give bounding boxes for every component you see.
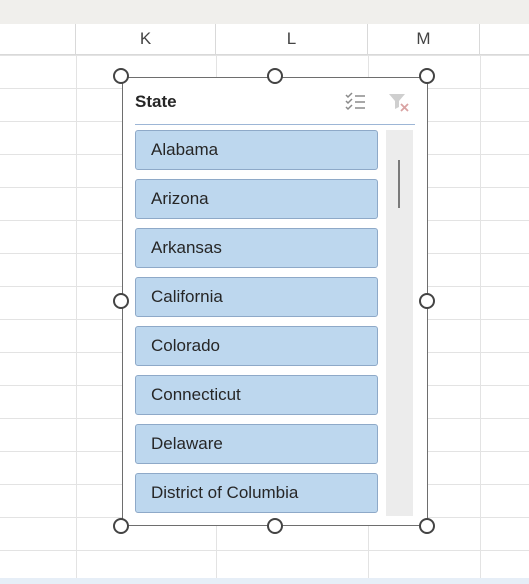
status-edge xyxy=(0,578,529,584)
slicer-item[interactable]: Delaware xyxy=(135,424,378,464)
slicer-item[interactable]: California xyxy=(135,277,378,317)
scrollbar-thumb[interactable] xyxy=(398,160,400,208)
slicer-item[interactable]: Alabama xyxy=(135,130,378,170)
state-slicer[interactable]: State Alabama Arizona Arkansas Californi… xyxy=(122,77,428,526)
slicer-item[interactable]: Arizona xyxy=(135,179,378,219)
resize-handle-bottom-left[interactable] xyxy=(113,518,129,534)
slicer-item[interactable]: Colorado xyxy=(135,326,378,366)
column-header-n[interactable] xyxy=(480,24,529,54)
column-header-l[interactable]: L xyxy=(216,24,368,54)
slicer-item[interactable]: Connecticut xyxy=(135,375,378,415)
resize-handle-left[interactable] xyxy=(113,293,129,309)
column-header-m[interactable]: M xyxy=(368,24,480,54)
resize-handle-right[interactable] xyxy=(419,293,435,309)
slicer-title: State xyxy=(135,92,177,111)
slicer-scrollbar[interactable] xyxy=(386,130,413,516)
resize-handle-top-right[interactable] xyxy=(419,68,435,84)
clear-filter-icon[interactable] xyxy=(387,90,411,114)
resize-handle-bottom[interactable] xyxy=(267,518,283,534)
multi-select-icon[interactable] xyxy=(343,90,367,114)
column-header-k[interactable]: K xyxy=(76,24,216,54)
resize-handle-bottom-right[interactable] xyxy=(419,518,435,534)
resize-handle-top-left[interactable] xyxy=(113,68,129,84)
slicer-item[interactable]: District of Columbia xyxy=(135,473,378,513)
column-header-j[interactable] xyxy=(0,24,76,54)
column-header-row: K L M xyxy=(0,24,529,55)
slicer-header: State xyxy=(135,84,415,125)
resize-handle-top[interactable] xyxy=(267,68,283,84)
ribbon-edge xyxy=(0,0,529,24)
slicer-item[interactable]: Arkansas xyxy=(135,228,378,268)
